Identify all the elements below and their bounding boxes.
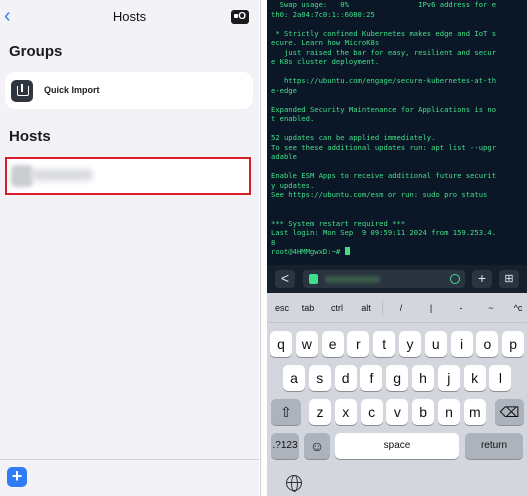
key-h[interactable]: h bbox=[412, 365, 434, 391]
key-x[interactable]: x bbox=[334, 399, 357, 425]
terminal-line: https://ubuntu.com/engage/secure-kuberne… bbox=[271, 76, 497, 85]
extra-keys-separator bbox=[382, 301, 383, 315]
grid-icon[interactable]: ⊞ bbox=[499, 270, 519, 288]
globe-icon[interactable] bbox=[286, 475, 302, 492]
key-d[interactable]: d bbox=[334, 365, 357, 391]
key-a[interactable]: a bbox=[283, 365, 305, 391]
emoji-key[interactable]: ☺ bbox=[304, 433, 330, 459]
terminal-line: See https://ubuntu.com/esm or run: sudo … bbox=[271, 190, 488, 199]
host-list-item[interactable] bbox=[5, 157, 251, 195]
numbers-key[interactable]: .?123 bbox=[271, 433, 299, 459]
terminal-line: ecure. Learn how MicroK8s bbox=[271, 38, 380, 47]
key-f[interactable]: f bbox=[360, 365, 383, 391]
terminal-cursor bbox=[344, 247, 350, 255]
terminal-line: e K8s cluster deployment. bbox=[271, 57, 380, 66]
key-j[interactable]: j bbox=[437, 365, 460, 391]
backspace-key[interactable]: ⌫ bbox=[495, 399, 524, 425]
terminal-line: 8 bbox=[271, 237, 276, 247]
extra-key[interactable]: / bbox=[392, 293, 410, 323]
terminal-toolbar: < + ⊞ bbox=[267, 265, 527, 293]
host-session-selector[interactable] bbox=[303, 270, 465, 288]
key-g[interactable]: g bbox=[386, 365, 409, 391]
key-m[interactable]: m bbox=[463, 399, 486, 425]
back-button[interactable]: < bbox=[275, 270, 295, 288]
key-p[interactable]: p bbox=[502, 331, 525, 357]
terminal-icon bbox=[309, 274, 318, 284]
return-key[interactable]: return bbox=[465, 433, 523, 459]
terminal-line: * Strictly confined Kubernetes makes edg… bbox=[271, 28, 497, 38]
host-avatar bbox=[11, 165, 33, 187]
extra-key[interactable]: ~ bbox=[482, 293, 500, 323]
key-c[interactable]: c bbox=[360, 399, 383, 425]
key-n[interactable]: n bbox=[438, 399, 460, 425]
key-t[interactable]: t bbox=[373, 331, 396, 357]
terminal-line: Last login: Mon Sep 9 09:59:11 2024 from… bbox=[271, 228, 497, 237]
navigation-bar: ‹ Hosts bbox=[0, 0, 259, 34]
terminal-line: adable bbox=[271, 152, 297, 161]
terminal-line: Enable ESM Apps to receive additional fu… bbox=[271, 171, 497, 180]
key-v[interactable]: v bbox=[386, 399, 409, 425]
extra-key[interactable]: tab bbox=[297, 293, 319, 323]
key-l[interactable]: l bbox=[489, 365, 512, 391]
key-s[interactable]: s bbox=[308, 365, 331, 391]
add-host-button[interactable]: + bbox=[7, 467, 27, 487]
key-i[interactable]: i bbox=[450, 331, 473, 357]
terminal-line: Expanded Security Maintenance for Applic… bbox=[271, 104, 497, 114]
terminal-line: t enabled. bbox=[271, 114, 315, 123]
extra-keys-row: esc tab ctrl alt / | - ~ ^c bbox=[267, 293, 527, 323]
host-name-redacted bbox=[325, 276, 380, 283]
host-name-redacted bbox=[31, 169, 93, 181]
prompt-text: root@4HMMgwxD:~# bbox=[271, 247, 345, 256]
key-w[interactable]: w bbox=[295, 331, 318, 357]
terminal-output[interactable]: Swap usage: 0% IPv6 address for e th0: 2a… bbox=[267, 0, 527, 265]
key-q[interactable]: q bbox=[270, 331, 292, 357]
key-r[interactable]: r bbox=[347, 331, 370, 357]
terminal-line: y updates. bbox=[271, 180, 315, 190]
quick-import-button[interactable]: Quick Import bbox=[5, 72, 253, 109]
hosts-panel: ‹ Hosts Groups Quick Import Hosts + bbox=[0, 0, 259, 496]
connection-status-icon bbox=[450, 274, 460, 284]
on-screen-keyboard: q w e r t y u i o p a s d f g h j k l ⇧ z x c v b n m ⌫ .?123 ☺ space r… bbox=[267, 323, 527, 496]
key-y[interactable]: y bbox=[399, 331, 421, 357]
terminal-line: e-edge bbox=[271, 85, 297, 95]
bottom-toolbar: + bbox=[0, 459, 259, 496]
key-z[interactable]: z bbox=[309, 399, 331, 425]
terminal-line: *** System restart required *** bbox=[271, 218, 406, 228]
extra-key[interactable]: ctrl bbox=[325, 293, 349, 323]
space-key[interactable]: space bbox=[335, 433, 459, 459]
extra-key[interactable]: alt bbox=[355, 293, 377, 323]
page-title: Hosts bbox=[112, 9, 147, 24]
import-icon bbox=[11, 80, 33, 102]
key-u[interactable]: u bbox=[424, 331, 447, 357]
extra-key[interactable]: | bbox=[422, 293, 440, 323]
key-b[interactable]: b bbox=[412, 399, 435, 425]
extra-key[interactable]: ^c bbox=[509, 293, 527, 323]
terminal-line: 52 updates can be applied immediately. bbox=[271, 133, 436, 142]
key-e[interactable]: e bbox=[321, 331, 344, 357]
quick-import-label: Quick Import bbox=[44, 85, 100, 95]
extra-key[interactable]: - bbox=[452, 293, 470, 323]
new-session-button[interactable]: + bbox=[472, 270, 492, 288]
shift-key[interactable]: ⇧ bbox=[271, 399, 301, 425]
key-k[interactable]: k bbox=[463, 365, 486, 391]
extra-key[interactable]: esc bbox=[271, 293, 293, 323]
key-o[interactable]: o bbox=[476, 331, 499, 357]
hosts-heading: Hosts bbox=[9, 128, 51, 145]
groups-heading: Groups bbox=[9, 43, 63, 60]
terminal-prompt: root@4HMMgwxD:~# bbox=[271, 247, 523, 257]
terminal-line: th0: 2a04:7c0:1::6080:25 bbox=[271, 9, 375, 19]
terminal-panel: Swap usage: 0% IPv6 address for e th0: 2a… bbox=[267, 0, 527, 496]
terminal-line: To see these additional updates run: apt… bbox=[271, 142, 497, 152]
terminal-line: just raised the bar for easy, resilient … bbox=[271, 47, 497, 57]
sftp-icon[interactable] bbox=[231, 10, 249, 24]
terminal-line: Swap usage: 0% IPv6 address for e bbox=[271, 0, 497, 9]
split-divider[interactable] bbox=[259, 0, 267, 496]
